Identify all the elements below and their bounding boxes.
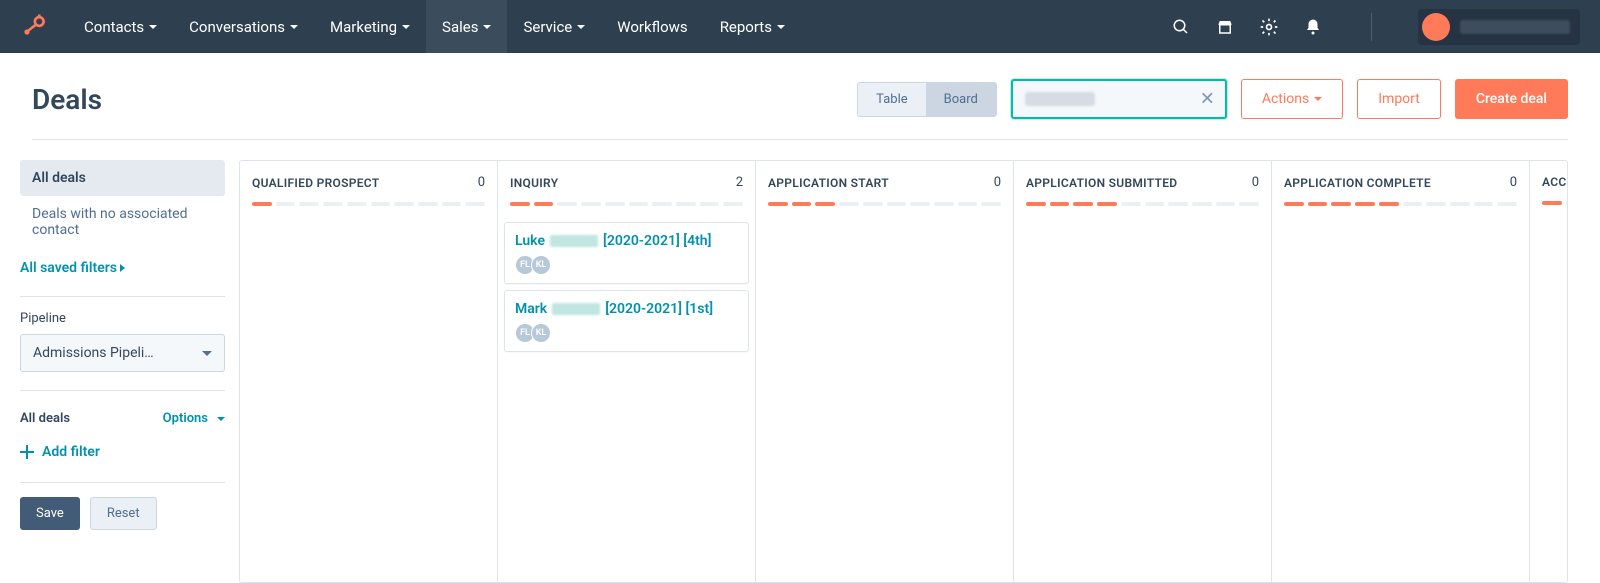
- all-saved-filters-link[interactable]: All saved filters: [20, 248, 225, 290]
- import-button[interactable]: Import: [1357, 79, 1441, 119]
- column-count: 2: [736, 175, 743, 190]
- nav-sales[interactable]: Sales: [426, 0, 507, 53]
- pipeline-label: Pipeline: [20, 311, 225, 326]
- column-title: APPLICATION COMPLETE: [1284, 176, 1431, 190]
- board-column: APPLICATION SUBMITTED 0: [1014, 161, 1272, 582]
- search-icon[interactable]: [1171, 17, 1191, 37]
- sidebar-all-deals[interactable]: All deals: [20, 160, 225, 196]
- column-count: 0: [994, 175, 1001, 190]
- topbar-utilities: [1171, 9, 1580, 45]
- page-title: Deals: [32, 83, 102, 116]
- save-button[interactable]: Save: [20, 497, 80, 530]
- primary-nav: ContactsConversationsMarketingSalesServi…: [68, 0, 801, 53]
- avatar: KL: [531, 255, 551, 275]
- column-title: APPLICATION START: [768, 176, 889, 190]
- column-title: INQUIRY: [510, 176, 558, 190]
- board-column: APPLICATION START 0: [756, 161, 1014, 582]
- clear-search-icon[interactable]: ✕: [1200, 89, 1215, 110]
- deal-card-title: Luke[2020-2021] [4th]: [515, 233, 738, 249]
- nav-service[interactable]: Service: [507, 0, 601, 53]
- settings-gear-icon[interactable]: [1259, 17, 1279, 37]
- view-table-button[interactable]: Table: [858, 83, 925, 116]
- board-column: INQUIRY2Luke[2020-2021] [4th]FLKLMark[20…: [498, 161, 756, 582]
- options-dropdown[interactable]: Options: [163, 411, 225, 426]
- actions-dropdown[interactable]: Actions: [1241, 79, 1343, 119]
- marketplace-icon[interactable]: [1215, 17, 1235, 37]
- deal-card[interactable]: Luke[2020-2021] [4th] FLKL: [504, 222, 749, 284]
- page-header: Deals Table Board ✕ Actions Import Creat…: [0, 53, 1600, 139]
- account-menu[interactable]: [1418, 9, 1580, 45]
- add-filter-button[interactable]: Add filter: [20, 444, 225, 460]
- board-column: QUALIFIED PROSPECT 0: [240, 161, 498, 582]
- name-redacted: [550, 235, 598, 247]
- notifications-bell-icon[interactable]: [1303, 17, 1323, 37]
- column-count: 0: [1252, 175, 1259, 190]
- name-redacted: [552, 303, 600, 315]
- nav-contacts[interactable]: Contacts: [68, 0, 173, 53]
- filters-sidebar: All deals Deals with no associated conta…: [20, 160, 225, 583]
- card-avatars: FLKL: [515, 255, 738, 275]
- search-value-redacted: [1025, 92, 1095, 106]
- column-title: QUALIFIED PROSPECT: [252, 176, 379, 190]
- create-deal-button[interactable]: Create deal: [1455, 79, 1568, 119]
- sidebar-no-contact[interactable]: Deals with no associated contact: [20, 196, 225, 248]
- avatar: [1422, 13, 1450, 41]
- chevron-down-icon: [202, 351, 212, 356]
- view-board-button[interactable]: Board: [926, 83, 996, 116]
- hubspot-logo[interactable]: [20, 11, 48, 43]
- board-column: APPLICATION COMPLETE 0: [1272, 161, 1530, 582]
- pipeline-select[interactable]: Admissions Pipeli…: [20, 334, 225, 372]
- avatar: KL: [531, 323, 551, 343]
- deal-card[interactable]: Mark[2020-2021] [1st] FLKL: [504, 290, 749, 352]
- card-avatars: FLKL: [515, 323, 738, 343]
- column-count: 0: [478, 175, 485, 190]
- reset-button[interactable]: Reset: [90, 497, 157, 530]
- view-toggle: Table Board: [857, 82, 997, 117]
- column-title: ACC: [1542, 175, 1567, 189]
- nav-marketing[interactable]: Marketing: [314, 0, 426, 53]
- column-count: 0: [1510, 175, 1517, 190]
- nav-reports[interactable]: Reports: [704, 0, 801, 53]
- board-column: ACC: [1530, 161, 1568, 582]
- column-title: APPLICATION SUBMITTED: [1026, 176, 1177, 190]
- deal-card-title: Mark[2020-2021] [1st]: [515, 301, 738, 317]
- top-navbar: ContactsConversationsMarketingSalesServi…: [0, 0, 1600, 53]
- deals-board: QUALIFIED PROSPECT 0 INQUIRY 2 Luke[2020-202…: [239, 160, 1568, 583]
- nav-conversations[interactable]: Conversations: [173, 0, 314, 53]
- chevron-right-icon: [120, 264, 125, 272]
- search-input[interactable]: ✕: [1011, 79, 1227, 119]
- plus-icon: [20, 445, 34, 459]
- account-name-redacted: [1460, 20, 1570, 34]
- nav-workflows[interactable]: Workflows: [601, 0, 703, 53]
- all-deals-section-label: All deals: [20, 411, 70, 426]
